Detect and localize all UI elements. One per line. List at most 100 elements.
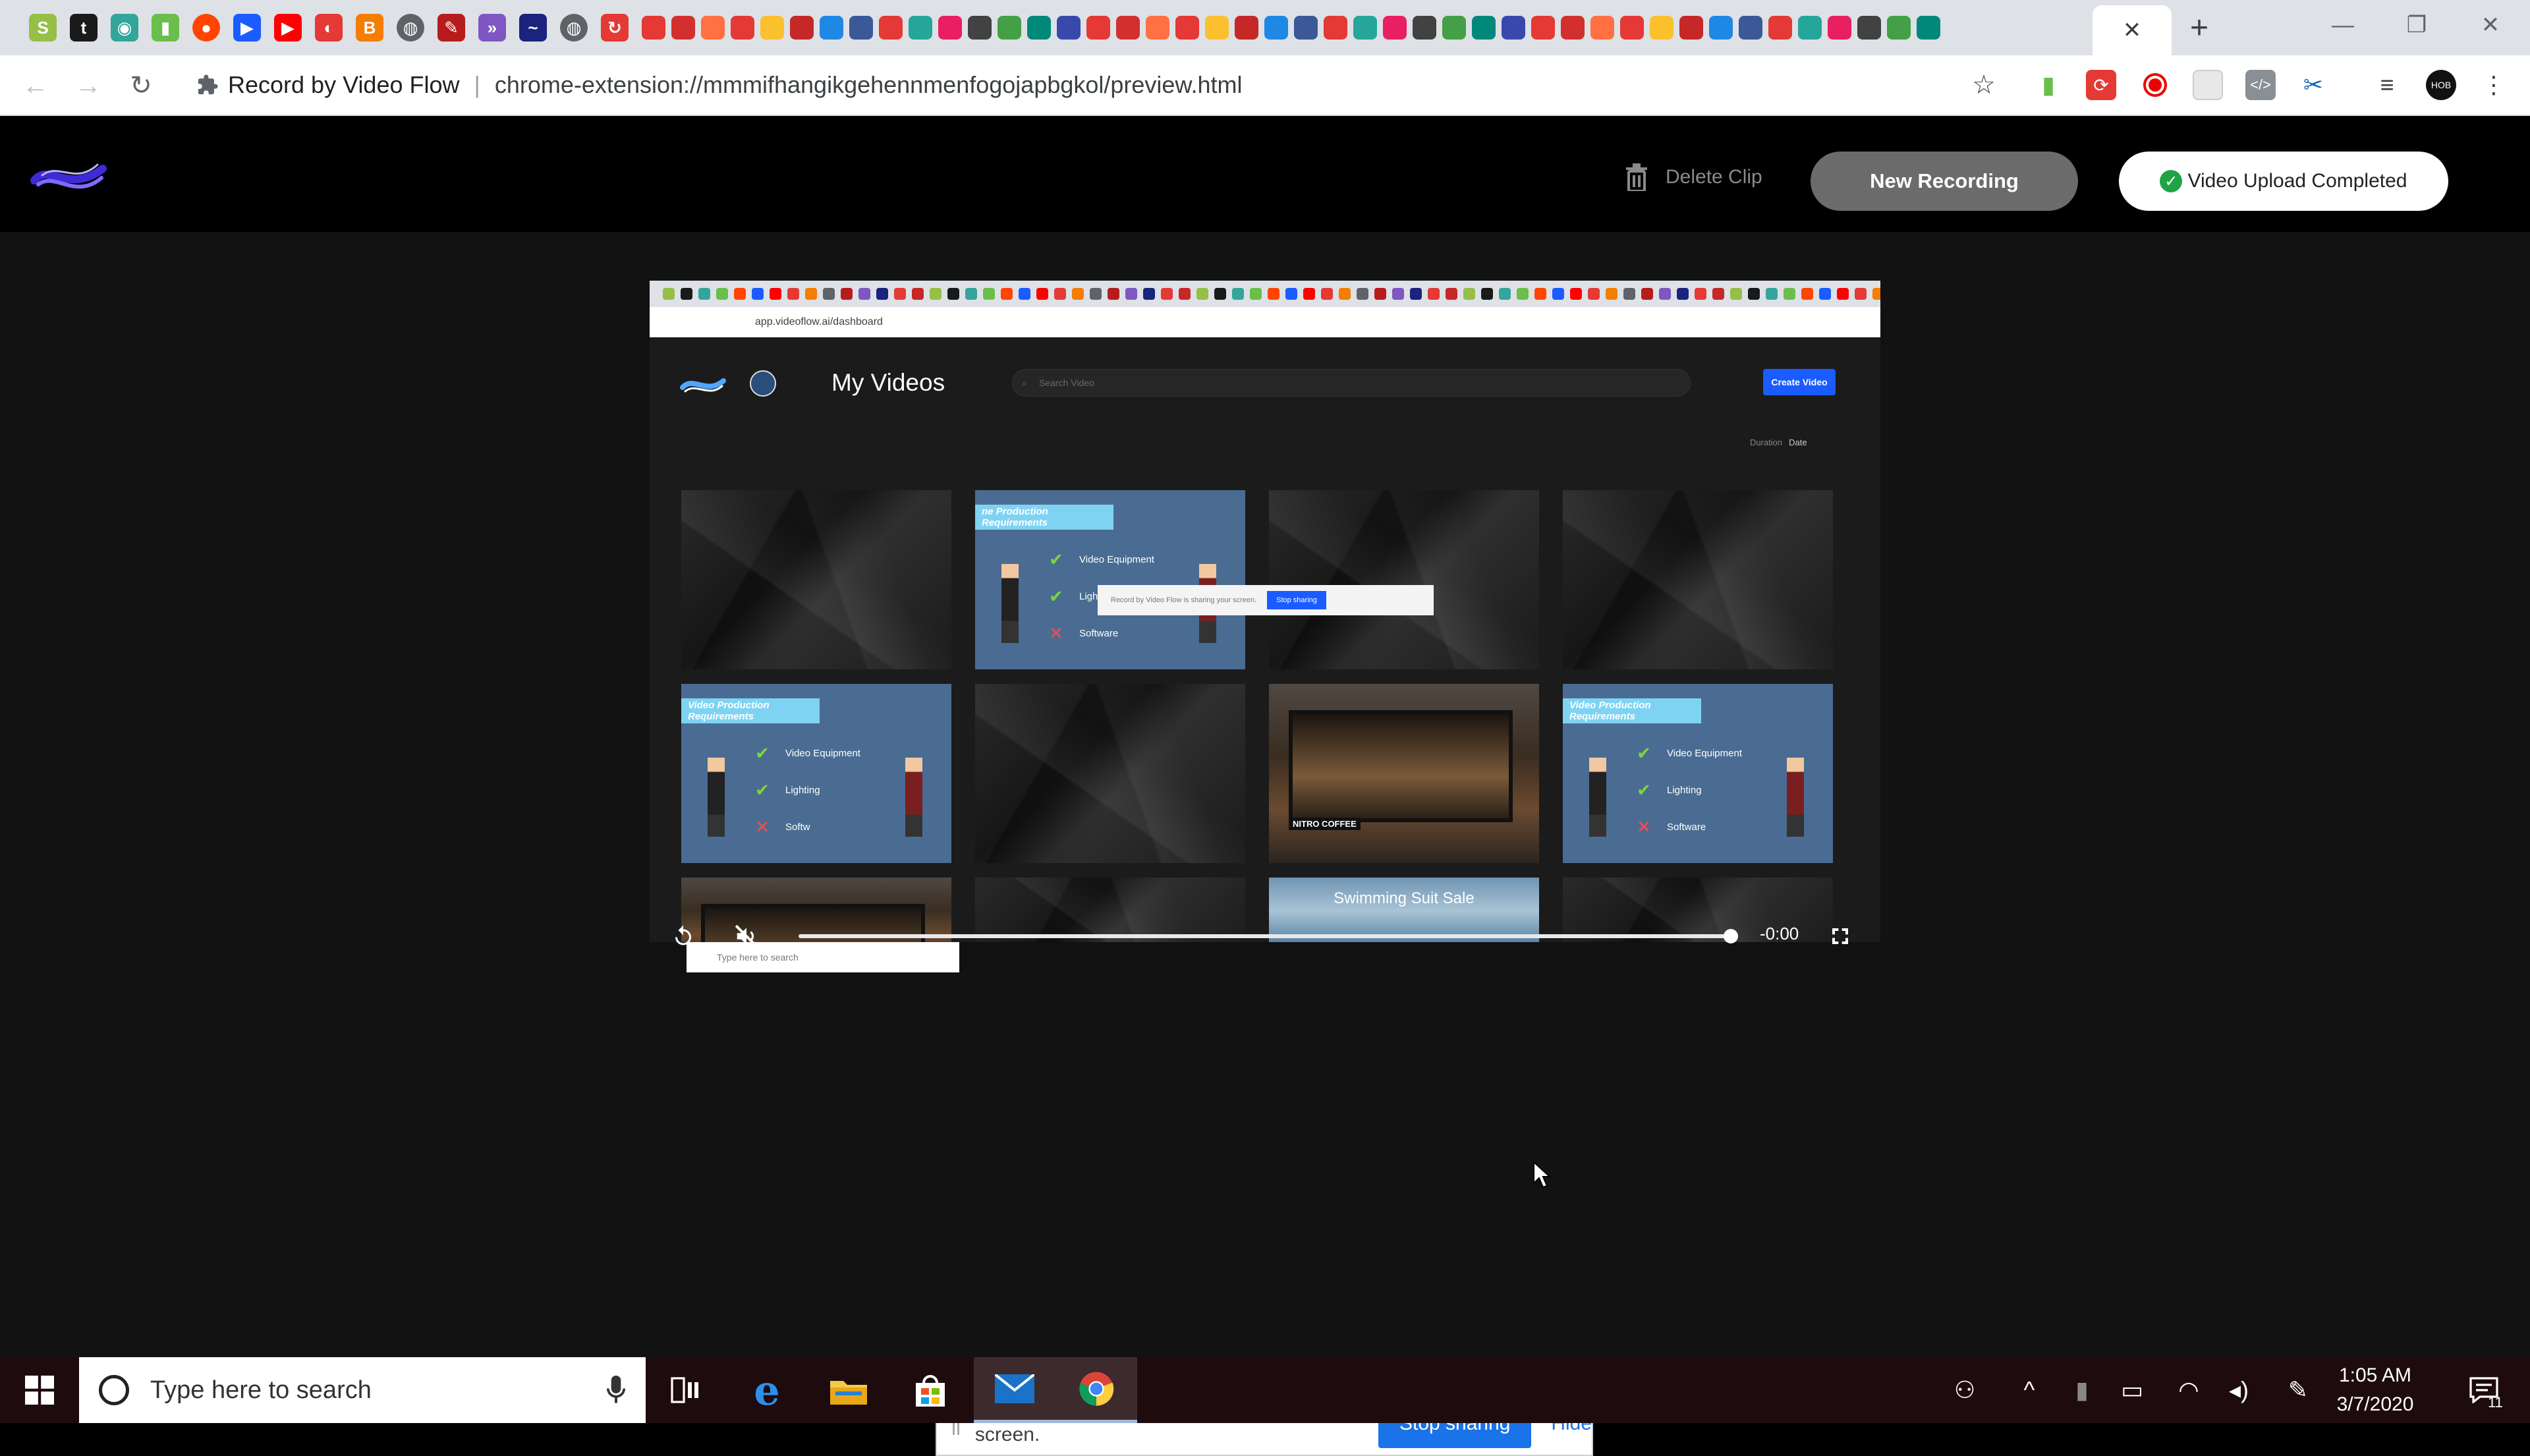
- video-player[interactable]: app.videoflow.ai/dashboard My Videos ⌕ S…: [650, 281, 1880, 972]
- pinned-tab-icon[interactable]: [760, 16, 784, 40]
- play-arrow-icon[interactable]: ▶: [233, 14, 261, 42]
- pinned-tab-icon[interactable]: [1502, 16, 1525, 40]
- url-text[interactable]: chrome-extension://mmmifhangikgehennmenf…: [495, 71, 1243, 99]
- pinned-tab-icon[interactable]: [790, 16, 814, 40]
- pinned-tab-icon[interactable]: [1294, 16, 1318, 40]
- close-window-icon[interactable]: ✕: [2454, 0, 2527, 50]
- arrow-icon[interactable]: »: [478, 14, 506, 42]
- seek-bar[interactable]: [799, 934, 1729, 938]
- pinned-tab-icon[interactable]: [1353, 16, 1377, 40]
- bookmark-star-icon[interactable]: ☆: [1969, 70, 1999, 100]
- pinned-tab-icon[interactable]: [1679, 16, 1703, 40]
- audio-wave-extension-icon[interactable]: ▮: [2033, 70, 2064, 100]
- blogger-icon[interactable]: B: [356, 14, 383, 42]
- microphone-tray-icon[interactable]: ▮: [2058, 1357, 2106, 1423]
- battery-icon[interactable]: ▭: [2108, 1357, 2156, 1423]
- globe-icon[interactable]: ◍: [560, 14, 588, 42]
- taskbar-clock[interactable]: 1:05 AM 3/7/2020: [2319, 1357, 2431, 1423]
- taskbar-search-input[interactable]: Type here to search: [79, 1357, 646, 1423]
- fullscreen-icon[interactable]: [1825, 921, 1855, 951]
- new-recording-button[interactable]: New Recording: [1811, 152, 2078, 211]
- pinned-tab-icon[interactable]: [1205, 16, 1229, 40]
- delete-clip-button[interactable]: Delete Clip: [1625, 161, 1762, 194]
- pinned-tab-icon[interactable]: [1798, 16, 1822, 40]
- pinned-tab-icon[interactable]: [1590, 16, 1614, 40]
- reading-list-icon[interactable]: ≡: [2372, 70, 2402, 100]
- seek-handle[interactable]: [1724, 929, 1738, 943]
- refresh-red-icon[interactable]: ↻: [601, 14, 629, 42]
- pinned-tab-icon[interactable]: [998, 16, 1021, 40]
- pinned-tab-icon[interactable]: [909, 16, 932, 40]
- red-app-icon[interactable]: ◐: [315, 14, 343, 42]
- reload-icon[interactable]: ↻: [124, 69, 158, 103]
- browser-menu-icon[interactable]: ⋮: [2479, 70, 2509, 100]
- pinned-tab-icon[interactable]: [938, 16, 962, 40]
- pinned-tab-icon[interactable]: [671, 16, 695, 40]
- pinned-tab-icon[interactable]: [1413, 16, 1436, 40]
- shopify-icon[interactable]: S: [29, 14, 57, 42]
- show-hidden-icons-icon[interactable]: ^: [2006, 1357, 2053, 1423]
- tumblr-icon[interactable]: t: [70, 14, 98, 42]
- wave-logo-icon[interactable]: ~: [519, 14, 547, 42]
- volume-icon[interactable]: ◂): [2215, 1357, 2263, 1423]
- pinned-tab-icon[interactable]: [1264, 16, 1288, 40]
- pinned-tab-icon[interactable]: [1650, 16, 1673, 40]
- pinned-tab-icon[interactable]: [968, 16, 992, 40]
- pinned-tab-icon[interactable]: [1857, 16, 1881, 40]
- pinned-tab-icon[interactable]: [879, 16, 903, 40]
- tools-extension-icon[interactable]: ✂: [2298, 70, 2328, 100]
- reddit-icon[interactable]: ●: [192, 14, 220, 42]
- pinned-tab-icon[interactable]: [1561, 16, 1585, 40]
- minimize-icon[interactable]: —: [2306, 0, 2380, 50]
- mute-icon[interactable]: [731, 921, 762, 951]
- task-view-icon[interactable]: [644, 1357, 726, 1423]
- pinned-tab-icon[interactable]: [1027, 16, 1051, 40]
- globe-icon[interactable]: ◍: [397, 14, 424, 42]
- windows-start-icon[interactable]: [0, 1357, 79, 1423]
- pinned-tab-icon[interactable]: [1828, 16, 1851, 40]
- pinned-tab-icon[interactable]: [849, 16, 873, 40]
- profile-avatar[interactable]: HOB: [2426, 70, 2456, 100]
- wifi-icon[interactable]: ◠: [2165, 1357, 2212, 1423]
- address-bar[interactable]: Record by Video Flow | chrome-extension:…: [182, 62, 2024, 108]
- active-tab[interactable]: ✕: [2093, 5, 2172, 55]
- gray-extension-icon[interactable]: [2193, 70, 2223, 100]
- code-extension-icon[interactable]: </>: [2245, 70, 2276, 100]
- forward-icon[interactable]: →: [71, 69, 105, 103]
- pinned-tab-icon[interactable]: [1620, 16, 1644, 40]
- pinned-tab-icon[interactable]: [1887, 16, 1911, 40]
- chrome-icon[interactable]: [1055, 1357, 1137, 1423]
- pinned-tab-icon[interactable]: [1146, 16, 1169, 40]
- pinned-tab-icon[interactable]: [731, 16, 754, 40]
- pinned-tab-icon[interactable]: [1917, 16, 1940, 40]
- pinned-tab-icon[interactable]: [1383, 16, 1407, 40]
- pinned-tab-icon[interactable]: [1324, 16, 1347, 40]
- pinned-tab-icon[interactable]: [1116, 16, 1140, 40]
- tab-close-icon[interactable]: ✕: [2123, 17, 2142, 43]
- pinned-tab-icon[interactable]: [1739, 16, 1762, 40]
- pinned-tab-icon[interactable]: [1175, 16, 1199, 40]
- red-extension-icon[interactable]: ⟳: [2086, 70, 2116, 100]
- microphone-icon[interactable]: [606, 1376, 626, 1405]
- new-tab-button[interactable]: +: [2181, 9, 2218, 46]
- pinned-tab-icon[interactable]: [1531, 16, 1555, 40]
- pinned-tab-icon[interactable]: [1709, 16, 1733, 40]
- pinned-tab-icon[interactable]: [820, 16, 843, 40]
- mail-icon[interactable]: [974, 1357, 1055, 1423]
- edge-browser-icon[interactable]: e: [726, 1357, 808, 1423]
- pinned-tab-icon[interactable]: [642, 16, 665, 40]
- pen-workspace-icon[interactable]: ✎: [2274, 1357, 2322, 1423]
- back-icon[interactable]: ←: [18, 69, 53, 103]
- restore-icon[interactable]: ❐: [2380, 0, 2454, 50]
- audio-wave-icon[interactable]: ▮: [152, 14, 179, 42]
- owl-icon[interactable]: ◉: [111, 14, 138, 42]
- pinned-tab-icon[interactable]: [1086, 16, 1110, 40]
- microsoft-store-icon[interactable]: [889, 1357, 971, 1423]
- people-icon[interactable]: ⚇: [1941, 1357, 1988, 1423]
- pinned-tab-icon[interactable]: [1768, 16, 1792, 40]
- notification-center-icon[interactable]: 11: [2451, 1357, 2517, 1423]
- pinned-tab-icon[interactable]: [1057, 16, 1081, 40]
- pinned-tab-icon[interactable]: [1442, 16, 1466, 40]
- replay-icon[interactable]: [668, 921, 698, 951]
- pen-icon[interactable]: ✎: [437, 14, 465, 42]
